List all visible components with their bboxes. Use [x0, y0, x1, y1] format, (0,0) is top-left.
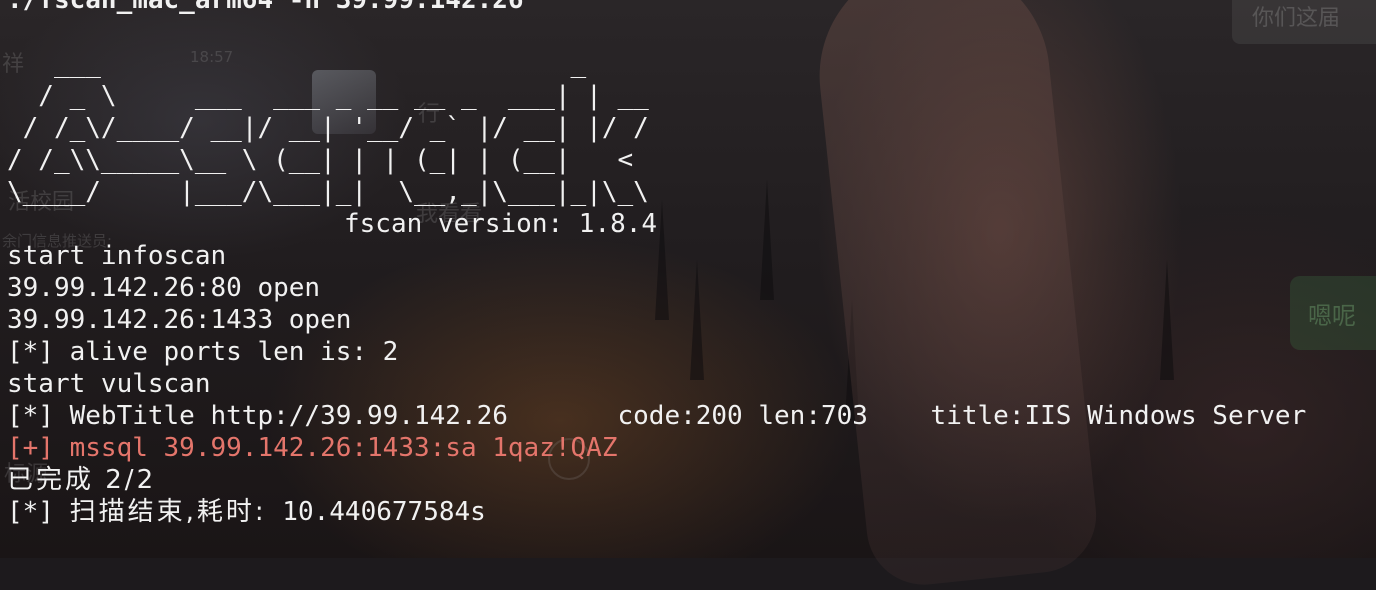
banner-line: / /_\/____/ __|/ __| '__/ _` |/ __| |/ / [7, 113, 649, 143]
summary-prefix: [*] [7, 497, 70, 527]
ascii-banner: ___ _ / _ \ ___ ___ _ __ __ _ ___| | __ … [7, 48, 1306, 208]
finding-line: [+] mssql 39.99.142.26:1433:sa 1qaz!QAZ [7, 433, 618, 463]
terminal-output[interactable]: ./fscan_mac_arm64 -h 39.99.142.26 ___ _ … [7, 0, 1306, 528]
output-line: start infoscan [7, 241, 227, 271]
version-line: fscan version: 1.8.4 [344, 209, 658, 239]
summary-label: 扫描结束,耗时: [69, 497, 267, 527]
output-line: 39.99.142.26:80 open [7, 273, 321, 303]
banner-line: / _ \ ___ ___ _ __ __ _ ___| | __ [7, 81, 649, 111]
output-line: [*] alive ports len is: 2 [7, 337, 399, 367]
output-line: start vulscan [7, 369, 211, 399]
output-line: 39.99.142.26:1433 open [7, 305, 352, 335]
ghost-bubble-text: 嗯呢 [1308, 302, 1356, 330]
progress-line: 已完成 2/2 [7, 465, 157, 495]
output-line: [*] WebTitle http://39.99.142.26 code:20… [7, 401, 1307, 431]
command-line: ./fscan_mac_arm64 -h 39.99.142.26 [7, 0, 524, 15]
summary-line: [*] 扫描结束,耗时: 10.440677584s [7, 496, 1306, 528]
banner-line: ___ _ [7, 49, 587, 79]
banner-line: \____/ |___/\___|_| \__,_|\___|_|\_\ [7, 177, 649, 207]
banner-line: / /_\\_____\__ \ (__| | | (_| | (__| < [7, 145, 634, 175]
summary-value: 10.440677584s [266, 497, 486, 527]
